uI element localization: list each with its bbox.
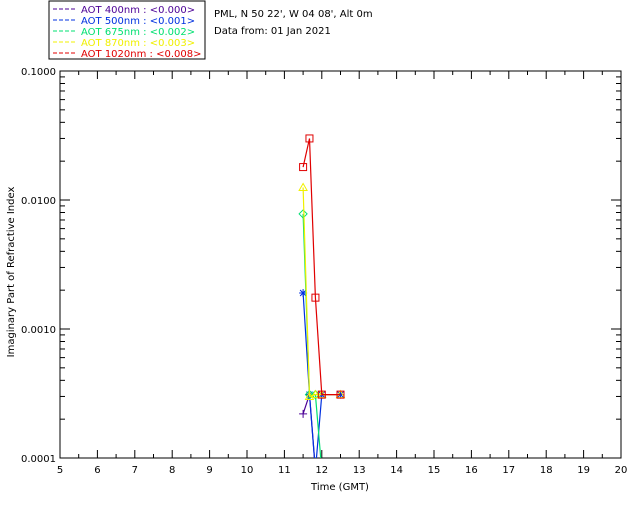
y-tick-label: 0.0010: [21, 325, 56, 336]
series-asterisk: [299, 289, 345, 458]
series-square: [299, 134, 345, 399]
legend-label: AOT 675nm : <0.002>: [81, 27, 195, 38]
x-tick-label: 6: [94, 465, 100, 476]
x-tick-label: 20: [615, 465, 628, 476]
x-tick-label: 8: [169, 465, 175, 476]
x-tick-label: 15: [428, 465, 441, 476]
site-info: PML, N 50 22', W 04 08', Alt 0m: [214, 9, 373, 20]
x-tick-label: 16: [465, 465, 478, 476]
x-tick-label: 14: [390, 465, 403, 476]
x-tick-label: 11: [278, 465, 291, 476]
axes: 5 6 7 8 9 10 11 12 13 14 15 16 17 18 19 20 0.0001 0.0010 0…: [21, 67, 627, 476]
chart: AOT 400nm : <0.000>AOT 500nm : <0.001>AO…: [6, 0, 627, 493]
date-info: Data from: 01 Jan 2021: [214, 26, 331, 37]
series-line: [302, 187, 341, 398]
y-tick-label: 0.1000: [21, 67, 56, 78]
y-axis-title: Imaginary Part of Refractive Index: [6, 187, 17, 358]
plot-series: [298, 134, 346, 458]
legend-label: AOT 1020nm : <0.008>: [81, 49, 201, 60]
plot-frame: [59, 70, 622, 459]
x-tick-label: 5: [57, 465, 63, 476]
y-tick-label: 0.0001: [21, 454, 56, 465]
x-tick-label: 10: [241, 465, 254, 476]
series-plus: [299, 390, 316, 458]
series-line: [302, 213, 322, 458]
x-tick-label: 13: [353, 465, 366, 476]
legend-label: AOT 870nm : <0.003>: [81, 38, 195, 49]
legend-label: AOT 500nm : <0.001>: [81, 16, 195, 27]
series-triangle: [298, 182, 346, 400]
x-tick-label: 12: [315, 465, 328, 476]
x-axis-title: Time (GMT): [310, 482, 369, 493]
legend-label: AOT 400nm : <0.000>: [81, 5, 195, 16]
x-tick-label: 18: [540, 465, 553, 476]
series-line: [302, 394, 316, 458]
x-tick-label: 7: [132, 465, 138, 476]
x-tick-label: 17: [502, 465, 515, 476]
x-tick-label: 19: [577, 465, 590, 476]
x-tick-label: 9: [206, 465, 212, 476]
data-point: [299, 409, 308, 418]
y-tick-label: 0.0100: [21, 196, 56, 207]
